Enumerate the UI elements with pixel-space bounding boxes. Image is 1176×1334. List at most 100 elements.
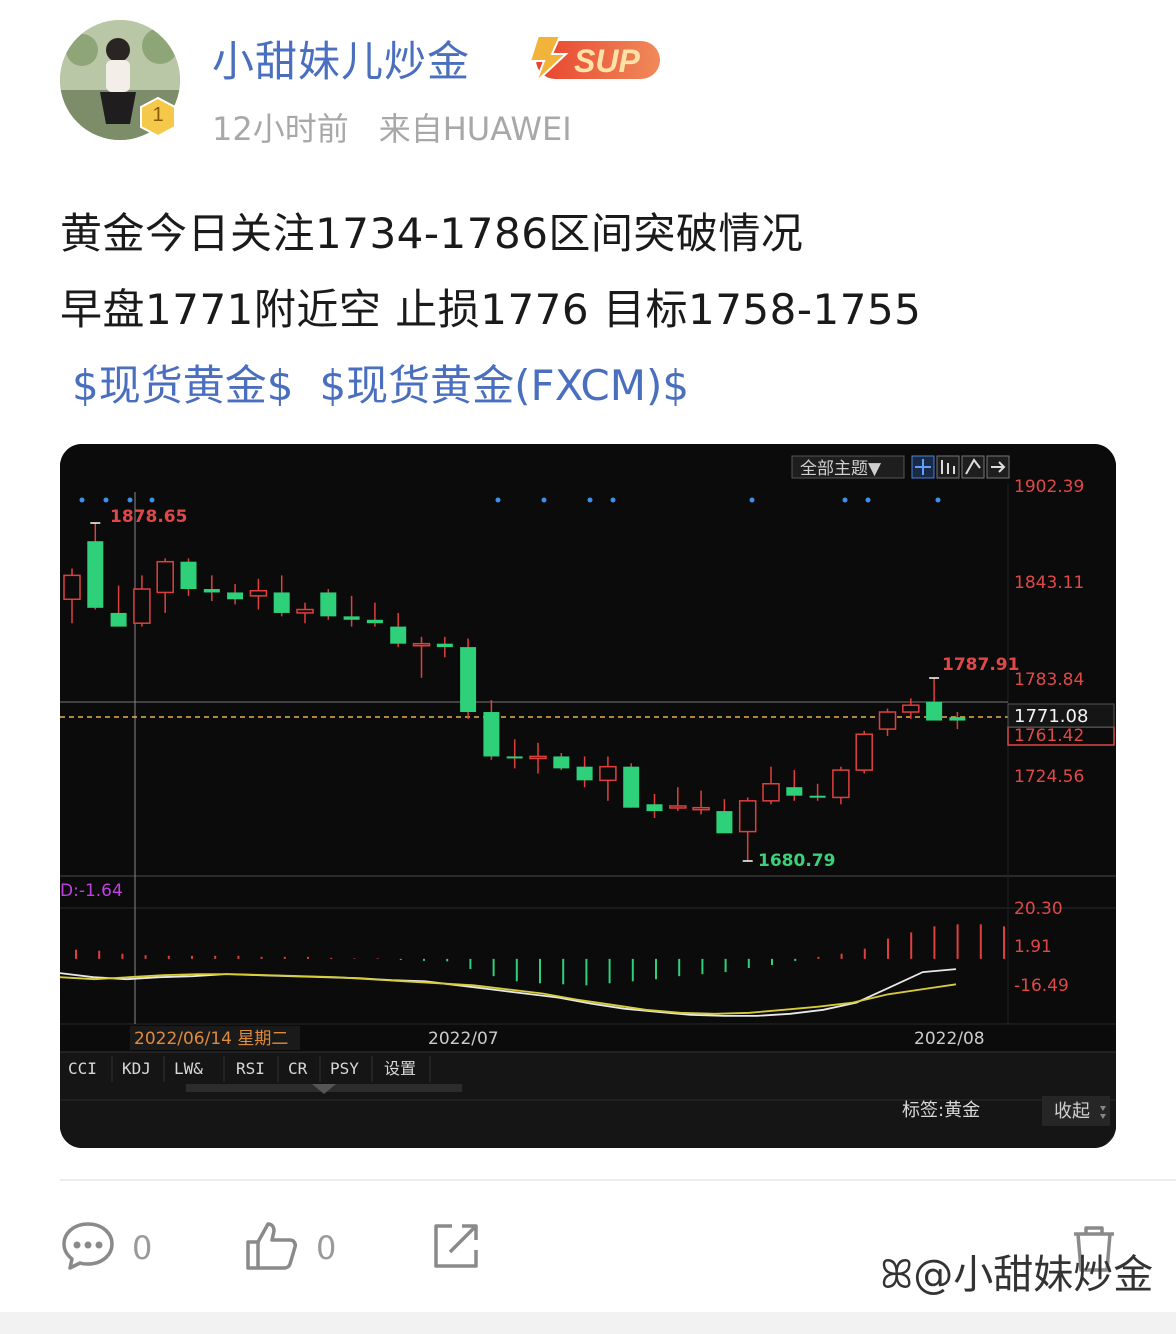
comment-button[interactable] xyxy=(60,1218,116,1278)
price-axis-label: 1843.11 xyxy=(1014,573,1084,593)
chart-tool-icon[interactable] xyxy=(936,455,960,479)
date-label: 2022/07 xyxy=(428,1029,499,1049)
indicator-tab[interactable]: RSI xyxy=(236,1059,265,1078)
date-label: 2022/06/14 星期二 xyxy=(134,1029,288,1049)
signal-dot xyxy=(149,497,155,503)
candle-body xyxy=(63,574,81,601)
tag-link[interactable]: $现货黄金$ xyxy=(72,361,293,410)
sup-lightning-icon: SUP xyxy=(528,35,660,83)
like-button[interactable] xyxy=(244,1218,300,1278)
tag-label: 标签:黄金 xyxy=(902,1100,980,1121)
post-meta: 12小时前 来自HUAWEI xyxy=(212,104,572,150)
candlestick-chart: 全部主题▼ 1902.39 1843.11 1783.84 1724.56 17… xyxy=(60,444,1116,1148)
signal-dot xyxy=(865,497,871,503)
price-axis-label: 1783.84 xyxy=(1014,670,1084,690)
rank-number: 1 xyxy=(152,104,164,126)
indicator-axis-label: 1.91 xyxy=(1014,937,1052,957)
candle-body xyxy=(506,756,523,759)
settings-tab[interactable]: 设置 xyxy=(384,1059,416,1078)
candle-body xyxy=(273,592,290,613)
candle-body xyxy=(646,804,663,812)
watermark-text: @小甜妹炒金 xyxy=(913,1252,1154,1298)
signal-dot xyxy=(610,497,616,503)
candle-body xyxy=(460,647,477,713)
collapse-button-label: 收起 xyxy=(1054,1101,1090,1122)
candle-body xyxy=(529,755,547,760)
candle-body xyxy=(133,588,151,624)
current-price-label: 1771.08 xyxy=(1014,706,1088,727)
candle-body xyxy=(692,806,710,811)
candle-body xyxy=(553,756,570,769)
signal-dot xyxy=(842,497,848,503)
indicator-tab[interactable]: CCI xyxy=(68,1059,97,1078)
post-text-line-1: 黄金今日关注1734-1786区间突破情况 xyxy=(60,209,804,258)
share-button[interactable] xyxy=(428,1218,484,1278)
candle-body xyxy=(926,701,943,721)
candle-body xyxy=(669,805,687,809)
signal-dot xyxy=(79,497,85,503)
indicator-tab[interactable]: CR xyxy=(288,1059,308,1078)
candle-body xyxy=(878,711,897,730)
export-tool-icon[interactable] xyxy=(986,455,1010,479)
candle-body xyxy=(110,612,127,627)
candle-body xyxy=(623,766,640,808)
signal-dot xyxy=(587,497,593,503)
candle-body xyxy=(412,642,431,647)
sup-badge-text: SUP xyxy=(574,43,640,79)
candle-body xyxy=(809,795,826,798)
candle-body xyxy=(832,769,850,799)
candle-body xyxy=(855,733,873,771)
candle-body xyxy=(483,712,500,757)
price-axis-label: 1724.56 xyxy=(1014,767,1084,787)
indicator-axis-label: -16.49 xyxy=(1014,976,1069,996)
price-axis-label: 1902.39 xyxy=(1014,477,1084,497)
bottom-bar xyxy=(0,1312,1176,1334)
post-source: 来自HUAWEI xyxy=(378,110,572,148)
signal-dot xyxy=(749,497,755,503)
tag-link[interactable]: $现货黄金(FXCM)$ xyxy=(319,361,689,410)
candle-body xyxy=(390,626,407,644)
share-icon xyxy=(434,1224,478,1268)
signal-dot xyxy=(935,497,941,503)
divider xyxy=(60,1179,1176,1181)
comment-icon xyxy=(62,1222,114,1270)
candle-body xyxy=(180,561,197,590)
chart-image[interactable]: 全部主题▼ 1902.39 1843.11 1783.84 1724.56 17… xyxy=(60,444,1116,1148)
theme-dropdown-label: 全部主题▼ xyxy=(800,459,882,479)
candle-body xyxy=(762,783,780,802)
second-price-label: 1761.42 xyxy=(1014,726,1084,746)
candle-body xyxy=(902,704,920,713)
rank-badge: 1 xyxy=(138,96,178,138)
recent-high-annotation: 1787.91 xyxy=(942,655,1019,675)
post-text-line-2: 早盘1771附近空 止损1776 目标1758-1755 xyxy=(60,285,922,334)
post-time: 12小时前 xyxy=(212,110,349,148)
candle-body xyxy=(738,800,757,833)
indicator-axis-label: 20.30 xyxy=(1014,899,1063,919)
signal-dot xyxy=(495,497,501,503)
candle-body xyxy=(203,589,220,593)
author-name[interactable]: 小甜妹儿炒金 xyxy=(212,28,470,89)
candle-body xyxy=(716,811,733,834)
high-annotation: 1878.65 xyxy=(110,507,187,527)
candle-body xyxy=(227,592,244,600)
candle-body xyxy=(343,616,360,620)
candle-body xyxy=(156,560,174,594)
candle-body xyxy=(786,787,803,796)
like-count: 0 xyxy=(316,1229,337,1267)
watermark: ꕤ@小甜妹炒金 xyxy=(880,1242,1153,1300)
draw-tool-icon[interactable] xyxy=(961,455,985,479)
crosshair-tool-icon[interactable] xyxy=(911,455,935,479)
post-tags: $现货黄金$ $现货黄金(FXCM)$ xyxy=(72,352,689,413)
candle-body xyxy=(296,608,314,614)
candle-body xyxy=(320,592,337,617)
candle-body xyxy=(949,717,966,721)
indicator-tab[interactable]: PSY xyxy=(330,1059,359,1078)
indicator-tab[interactable]: KDJ xyxy=(122,1059,151,1078)
weibo-logo-icon: ꕤ xyxy=(880,1252,914,1298)
date-label: 2022/08 xyxy=(914,1029,985,1049)
comment-count: 0 xyxy=(132,1229,153,1267)
indicator-tab[interactable]: LW& xyxy=(174,1059,203,1078)
candle-body xyxy=(87,541,104,608)
candle-body xyxy=(366,619,383,624)
candle-body xyxy=(576,766,593,781)
